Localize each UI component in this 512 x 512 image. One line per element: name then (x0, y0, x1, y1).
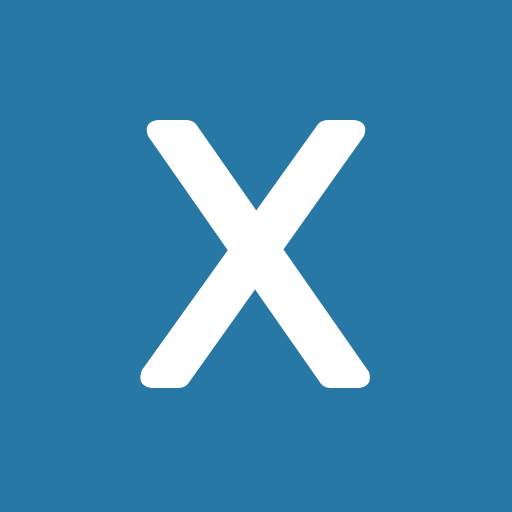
x-letter-icon (140, 120, 370, 388)
x-app-icon (0, 0, 512, 512)
x-letter-shape (140, 120, 370, 388)
